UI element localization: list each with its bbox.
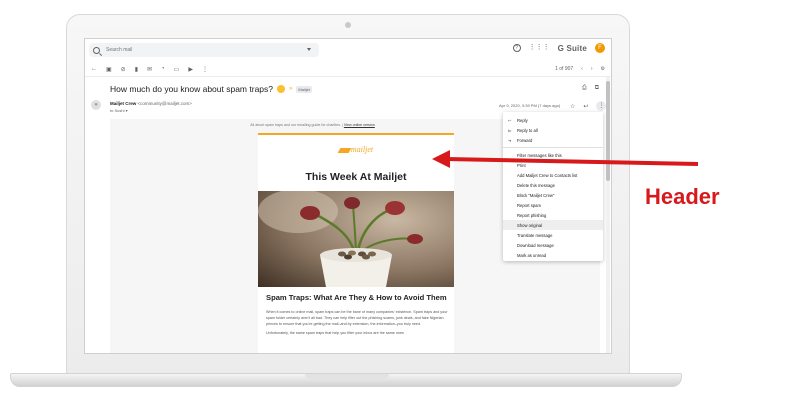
more-actions-button[interactable]: ⋮ <box>596 101 607 111</box>
menu-item-label: Translate message <box>517 232 553 238</box>
menu-item-label: Show original <box>517 222 543 228</box>
recipient-text: to Sushi <box>110 108 125 113</box>
menu-item-label: Report spam <box>517 202 541 208</box>
article-paragraph: When it comes to online mail, spam traps… <box>266 310 448 326</box>
article-paragraph: Unfortunately, the same spam traps that … <box>266 331 404 335</box>
spam-icon[interactable]: ⊘ <box>121 66 126 73</box>
search-options-icon[interactable] <box>307 48 311 51</box>
menu-item-label: Reply <box>517 117 528 123</box>
menu-item-label: Delete this message <box>517 182 555 188</box>
label-icon[interactable]: ▶ <box>188 66 193 73</box>
menu-item-block[interactable]: Block "Mailjet Crew" <box>503 190 603 200</box>
move-to-icon[interactable]: ▭ <box>174 66 180 73</box>
menu-item-label: Add Mailjet Crew to Contacts list <box>517 172 578 178</box>
more-actions-menu: ↩ Reply ⇇ Reply to all ➜ Forward Filter … <box>503 112 603 261</box>
menu-item-label: Block "Mailjet Crew" <box>517 192 555 198</box>
subject-line: How much do you know about spam traps? »… <box>110 84 312 94</box>
menu-item-label: Reply to all <box>517 127 538 133</box>
reply-all-icon: ⇇ <box>508 128 512 133</box>
newer-icon[interactable]: ‹ <box>581 66 583 72</box>
search-bar[interactable] <box>89 43 319 57</box>
open-new-window-icon[interactable]: ⧉ <box>595 85 599 92</box>
scrollbar[interactable] <box>606 77 610 353</box>
subject-text: How much do you know about spam traps? <box>110 84 274 94</box>
newsletter-headline: This Week At Mailjet <box>305 171 407 183</box>
sender-line: Mailjet Crew <community@mailjet.com> <box>110 101 192 106</box>
menu-item-report-spam[interactable]: Report spam <box>503 200 603 210</box>
gsuite-logo: G Suite <box>557 43 587 53</box>
subject-actions: ⎙ ⧉ <box>582 85 599 92</box>
menu-item-label: Forward <box>517 137 533 143</box>
forward-icon: ➜ <box>508 138 512 143</box>
account-area: ? ⋮⋮⋮ G Suite F <box>512 43 605 53</box>
logo-text: mailjet <box>350 145 374 154</box>
back-arrow-icon[interactable]: ← <box>91 66 97 73</box>
camera <box>345 22 351 28</box>
article-title: Spam Traps: What Are They & How to Avoid… <box>266 293 447 302</box>
snooze-icon[interactable]: ◔ <box>161 66 165 73</box>
message-date: Apr 9, 2020, 3:39 PM (7 days ago) <box>499 103 561 108</box>
help-icon[interactable]: ? <box>512 44 521 52</box>
archive-icon[interactable]: ▣ <box>106 66 112 73</box>
print-icon[interactable]: ⎙ <box>582 85 587 92</box>
search-input[interactable] <box>106 47 306 53</box>
hero-image <box>258 191 454 287</box>
menu-item-mark-unread[interactable]: Mark as unread <box>503 250 603 260</box>
older-icon[interactable]: › <box>591 66 593 72</box>
sender-email: <community@mailjet.com> <box>137 101 192 106</box>
pagination-text: 1 of 907 <box>555 66 574 72</box>
menu-item-label: Report phishing <box>517 212 547 218</box>
menu-item-label: Mark as unread <box>517 252 547 258</box>
smiley-icon <box>277 85 286 93</box>
menu-item-reply-all[interactable]: ⇇ Reply to all <box>503 125 603 135</box>
importance-icon[interactable]: » <box>289 86 292 92</box>
article-body: When it comes to online mail, spam traps… <box>266 309 448 336</box>
sender-name: Mailjet Crew <box>110 101 137 106</box>
header-callout-label: Header <box>645 184 720 209</box>
view-online-link[interactable]: View online version <box>344 123 375 127</box>
message-toolbar: ← ▣ ⊘ ▮ ✉ ◔ ▭ ▶ ⋮ 1 of 907 ‹ › ⚙ <box>85 63 611 77</box>
menu-item-print[interactable]: Print <box>503 160 603 170</box>
preheader-text: All about spam traps and our emailing gu… <box>250 123 341 127</box>
menu-item-label: Print <box>517 162 526 168</box>
menu-divider <box>503 147 603 148</box>
laptop-base <box>10 373 682 387</box>
label-chip[interactable]: Mailjet <box>296 85 312 93</box>
menu-item-show-original[interactable]: Show original <box>503 220 603 230</box>
menu-item-report-phishing[interactable]: Report phishing <box>503 210 603 220</box>
settings-icon[interactable]: ⚙ <box>601 66 605 72</box>
menu-item-filter[interactable]: Filter messages like this <box>503 150 603 160</box>
sender-avatar: ● <box>91 100 101 110</box>
gmail-screen: ? ⋮⋮⋮ G Suite F ← ▣ ⊘ ▮ ✉ ◔ ▭ ▶ ⋮ 1 of 9… <box>84 38 612 354</box>
preheader: All about spam traps and our emailing gu… <box>250 123 375 127</box>
recipient-line[interactable]: to Sushi ▾ <box>110 108 128 113</box>
search-icon[interactable] <box>93 46 100 54</box>
menu-item-download[interactable]: Download message <box>503 240 603 250</box>
menu-item-forward[interactable]: ➜ Forward <box>503 135 603 145</box>
reply-icon[interactable]: ↩ <box>583 103 588 110</box>
menu-item-add-contact[interactable]: Add Mailjet Crew to Contacts list <box>503 170 603 180</box>
mailjet-logo: mailjet <box>258 145 454 154</box>
menu-item-translate[interactable]: Translate message <box>503 230 603 240</box>
menu-item-reply[interactable]: ↩ Reply <box>503 115 603 125</box>
delete-icon[interactable]: ▮ <box>135 66 138 73</box>
menu-item-label: Download message <box>517 242 554 248</box>
avatar[interactable]: F <box>595 43 605 53</box>
reply-icon: ↩ <box>508 118 512 123</box>
menu-item-delete[interactable]: Delete this message <box>503 180 603 190</box>
scroll-thumb[interactable] <box>606 81 610 181</box>
message-actions: ☆ ↩ ⋮ <box>570 101 607 111</box>
star-icon[interactable]: ☆ <box>570 103 575 110</box>
more-icon[interactable]: ⋮ <box>202 66 208 73</box>
menu-item-label: Filter messages like this <box>517 152 562 158</box>
venus-flytrap-plant-image <box>258 191 423 287</box>
mailjet-logo-icon <box>337 147 352 153</box>
mark-unread-icon[interactable]: ✉ <box>147 66 152 73</box>
apps-icon[interactable]: ⋮⋮⋮ <box>529 44 550 52</box>
newsletter-card: mailjet This Week At Mailjet Spam Traps:… <box>258 133 454 353</box>
base-notch <box>305 374 389 379</box>
